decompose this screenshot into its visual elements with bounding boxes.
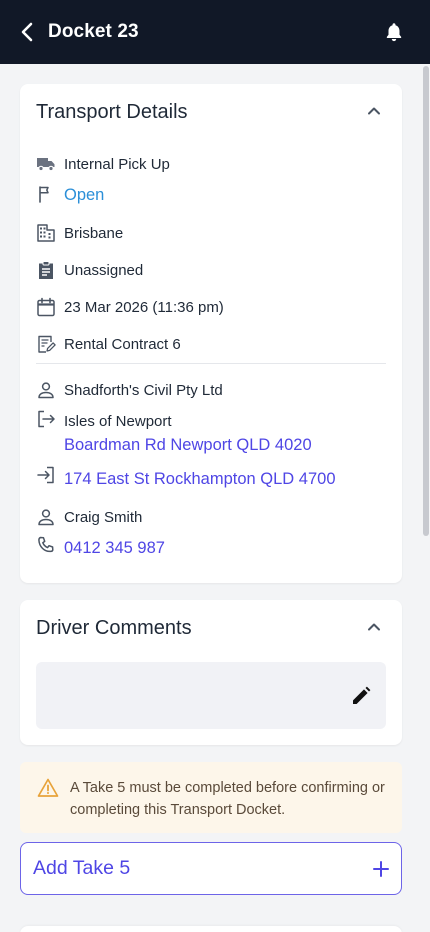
page-title: Docket 23 (48, 21, 139, 42)
driver-comments-card: Driver Comments (20, 600, 402, 745)
chevron-up-icon[interactable] (364, 101, 384, 121)
add-take5-label: Add Take 5 (33, 857, 131, 879)
contract-icon (38, 335, 56, 353)
assignment-text: Unassigned (64, 262, 144, 279)
from-location-name: Isles of Newport (64, 413, 172, 430)
divider (36, 363, 386, 364)
pencil-edit-icon[interactable] (350, 685, 372, 707)
contact-person-icon (38, 509, 54, 526)
login-icon (37, 466, 54, 484)
branch-text: Brisbane (64, 225, 124, 242)
status-text: Open (64, 186, 105, 204)
person-icon (38, 382, 54, 399)
back-arrow-icon[interactable] (16, 20, 40, 44)
from-address-link[interactable]: Boardman Rd Newport QLD 4020 (64, 436, 312, 455)
comment-field[interactable] (36, 662, 386, 729)
transport-details-card: Transport Details Internal Pick Up Open … (20, 84, 402, 583)
to-address-link[interactable]: 174 East St Rockhampton QLD 4700 (64, 470, 336, 489)
transport-details-title: Transport Details (36, 101, 188, 123)
contact-name: Craig Smith (64, 509, 143, 526)
top-app-bar: Docket 23 (0, 0, 430, 64)
chevron-up-icon[interactable] (364, 617, 384, 637)
clipboard-icon (39, 261, 53, 279)
warning-text: A Take 5 must be completed before confir… (70, 780, 385, 818)
transport-type: Internal Pick Up (64, 156, 170, 173)
scrollbar[interactable] (422, 64, 430, 932)
building-icon (37, 224, 55, 242)
add-take5-button[interactable]: Add Take 5 (20, 842, 402, 895)
truck-icon (37, 158, 55, 172)
phone-icon (38, 536, 54, 553)
plus-icon (373, 861, 389, 877)
take5-warning-banner: A Take 5 must be completed before confir… (20, 762, 402, 833)
next-card-partial (20, 926, 402, 932)
scrollbar-thumb[interactable] (423, 66, 429, 536)
calendar-icon (37, 297, 55, 317)
logout-icon (38, 410, 55, 428)
customer-text: Shadforth's Civil Pty Ltd (64, 382, 223, 399)
driver-comments-title: Driver Comments (36, 617, 192, 639)
contact-phone-link[interactable]: 0412 345 987 (64, 539, 165, 558)
contract-text: Rental Contract 6 (64, 336, 181, 353)
datetime-text: 23 Mar 2026 (11:36 pm) (64, 299, 224, 316)
warning-triangle-icon (37, 778, 59, 797)
flag-icon (39, 186, 49, 203)
bell-icon[interactable] (383, 21, 405, 43)
